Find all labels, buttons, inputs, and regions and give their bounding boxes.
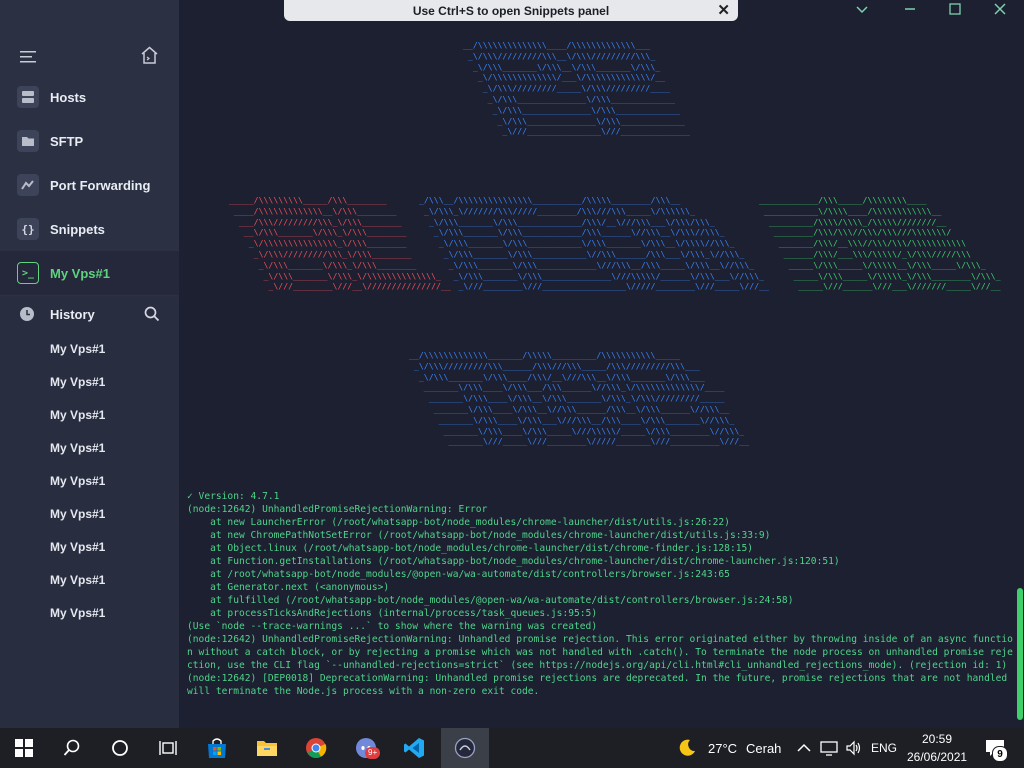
terminal-scrollbar[interactable] [1017, 588, 1023, 720]
weather-moon-icon[interactable] [676, 736, 698, 760]
chrome-icon[interactable] [304, 736, 328, 760]
sidebar-item-snippets[interactable]: {} Snippets [0, 207, 179, 251]
history-item[interactable]: My Vps#1 [50, 606, 105, 620]
maximize-icon[interactable] [949, 2, 961, 19]
history-item[interactable]: My Vps#1 [50, 540, 105, 554]
history-item[interactable]: My Vps#1 [50, 408, 105, 422]
windows-start-icon[interactable] [14, 736, 34, 760]
sidebar-item-label: Hosts [50, 89, 87, 105]
sidebar-item-label: SFTP [50, 133, 84, 149]
folder-icon [17, 130, 39, 152]
sidebar-item-hosts[interactable]: Hosts [0, 75, 179, 119]
sidebar: Hosts SFTP Port Forwarding {} Snippets >… [0, 0, 179, 728]
hosts-icon [17, 86, 39, 108]
file-explorer-icon[interactable] [255, 736, 279, 760]
notifications-icon[interactable]: 9 [983, 736, 1008, 762]
task-view-icon[interactable] [158, 736, 178, 760]
history-item[interactable]: My Vps#1 [50, 375, 105, 389]
braces-icon: {} [17, 218, 39, 240]
snippets-hint-banner: Use Ctrl+S to open Snippets panel ✕ [284, 0, 738, 21]
sidebar-item-label: My Vps#1 [50, 265, 110, 281]
volume-icon[interactable] [845, 736, 863, 760]
terminal-icon: >_ [17, 262, 39, 284]
vscode-icon[interactable] [402, 736, 426, 760]
sidebar-item-label: Snippets [50, 221, 105, 237]
language-indicator[interactable]: ENG [871, 741, 897, 755]
weather-description[interactable]: Cerah [746, 741, 781, 756]
history-item[interactable]: My Vps#1 [50, 474, 105, 488]
ascii-art-red: _____/\\\\\\\\\_____/\\\________ ____/\\… [229, 195, 451, 292]
sidebar-top-icons [0, 28, 179, 64]
clock-date[interactable]: 26/06/2021 [907, 750, 967, 764]
weather-temperature[interactable]: 27°C [708, 741, 737, 756]
discord-icon[interactable]: 9+ [353, 736, 381, 760]
terminal-log: ✓ Version: 4.7.1 (node:12642) UnhandledP… [187, 491, 1013, 697]
sidebar-item-sftp[interactable]: SFTP [0, 119, 179, 163]
sidebar-item-port-forwarding[interactable]: Port Forwarding [0, 163, 179, 207]
chevron-up-icon[interactable] [796, 736, 812, 760]
clock-time[interactable]: 20:59 [922, 732, 952, 746]
ascii-art-top: __/\\\\\\\\\\\\\\____/\\\\\\\\\\\\\___ _… [463, 40, 690, 137]
notification-count: 9 [992, 746, 1008, 762]
history-title: History [50, 306, 95, 322]
cortana-icon[interactable] [110, 736, 130, 760]
chevron-down-icon[interactable] [856, 2, 868, 19]
ascii-art-bottom: __/\\\\\\\\\\\\\_______/\\\\\_________/\… [409, 350, 750, 447]
history-item[interactable]: My Vps#1 [50, 507, 105, 521]
store-icon[interactable] [205, 736, 229, 760]
discord-badge: 9+ [365, 747, 381, 759]
home-terminal-icon[interactable] [140, 46, 159, 69]
windows-taskbar: 9+ 27°C Cerah ENG 20:59 26/06/2021 9 [0, 728, 1024, 768]
network-icon[interactable] [820, 736, 838, 760]
sidebar-item-label: Port Forwarding [50, 177, 151, 193]
ascii-art-green: ____________/\\\_____/\\\\\\\\____ _____… [759, 195, 1001, 292]
history-item[interactable]: My Vps#1 [50, 573, 105, 587]
history-header[interactable]: History [0, 296, 179, 332]
close-icon[interactable]: ✕ [717, 1, 730, 19]
search-icon[interactable] [144, 306, 160, 325]
minimize-icon[interactable] [904, 2, 916, 19]
history-icon [19, 306, 35, 322]
termius-app-icon[interactable] [453, 736, 477, 760]
sidebar-item-my-vps[interactable]: >_ My Vps#1 [0, 251, 179, 295]
history-item[interactable]: My Vps#1 [50, 441, 105, 455]
banner-text: Use Ctrl+S to open Snippets panel [412, 3, 610, 18]
terminal-area[interactable]: __/\\\\\\\\\\\\\\____/\\\\\\\\\\\\\___ _… [179, 0, 1024, 728]
ascii-art-blue: _/\\\__/\\\\\\\\\\\\\\\__________/\\\\\_… [419, 195, 769, 292]
search-icon[interactable] [62, 736, 82, 760]
close-window-icon[interactable] [994, 2, 1006, 19]
menu-icon[interactable] [20, 50, 37, 68]
port-forwarding-icon [17, 174, 39, 196]
history-item[interactable]: My Vps#1 [50, 342, 105, 356]
